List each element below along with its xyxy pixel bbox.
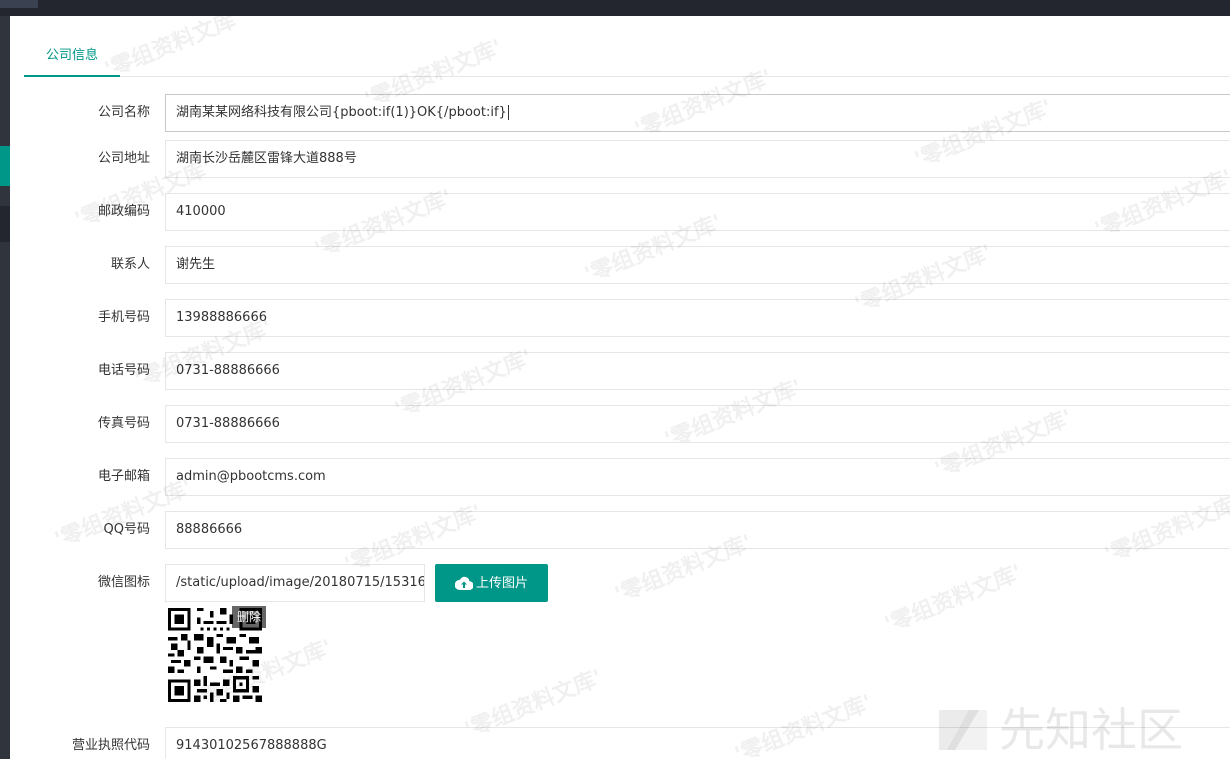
postal-code-input[interactable]: 410000: [165, 193, 1230, 231]
row-wechat-icon: 微信图标 /static/upload/image/20180715/15316…: [10, 564, 1230, 602]
company-address-label: 公司地址: [97, 151, 150, 166]
tab-bar: 公司信息: [24, 36, 1230, 77]
mobile-label: 手机号码: [97, 310, 150, 325]
delete-image-button[interactable]: 删除: [232, 606, 266, 628]
row-company-name: 公司名称 湖南某某网络科技有限公司{pboot:if(1)}OK{/pboot:…: [10, 94, 1230, 132]
contact-input[interactable]: 谢先生: [165, 246, 1230, 284]
main-panel: 公司信息 公司名称 湖南某某网络科技有限公司{pboot:if(1)}OK{/p…: [10, 16, 1230, 759]
row-phone: 电话号码 0731-88886666: [10, 352, 1230, 390]
company-name-label: 公司名称: [97, 105, 150, 120]
wechat-icon-path-input[interactable]: /static/upload/image/20180715/1531651: [165, 564, 425, 602]
qq-label: QQ号码: [103, 522, 150, 537]
wechat-icon-label: 微信图标: [97, 575, 150, 590]
tab-company-info[interactable]: 公司信息: [24, 36, 120, 77]
text-caret: [507, 105, 509, 120]
top-bar: [0, 0, 1230, 16]
fax-label: 传真号码: [97, 416, 150, 431]
qq-input[interactable]: 88886666: [165, 511, 1230, 549]
company-address-input[interactable]: 湖南长沙岳麓区雷锋大道888号: [165, 140, 1230, 178]
fax-input[interactable]: 0731-88886666: [165, 405, 1230, 443]
row-mobile: 手机号码 13988886666: [10, 299, 1230, 337]
sidebar-item[interactable]: [0, 206, 10, 242]
company-name-value: 湖南某某网络科技有限公司{pboot:if(1)}OK{/pboot:if}: [176, 105, 507, 120]
row-qq: QQ号码 88886666: [10, 511, 1230, 549]
postal-code-label: 邮政编码: [97, 204, 150, 219]
company-name-input[interactable]: 湖南某某网络科技有限公司{pboot:if(1)}OK{/pboot:if}: [165, 94, 1230, 132]
license-code-input[interactable]: 91430102567888888G: [165, 727, 1230, 759]
row-company-address: 公司地址 湖南长沙岳麓区雷锋大道888号: [10, 140, 1230, 178]
upload-image-button[interactable]: 上传图片: [435, 564, 548, 602]
cloud-upload-icon: [454, 576, 474, 591]
phone-input[interactable]: 0731-88886666: [165, 352, 1230, 390]
logo[interactable]: [0, 0, 38, 8]
phone-label: 电话号码: [97, 363, 150, 378]
row-email: 电子邮箱 admin@pbootcms.com: [10, 458, 1230, 496]
upload-button-label: 上传图片: [475, 576, 528, 591]
license-code-label: 营业执照代码: [71, 738, 150, 753]
sidebar: [0, 16, 10, 759]
row-license-code: 营业执照代码 91430102567888888G: [10, 727, 1230, 759]
row-fax: 传真号码 0731-88886666: [10, 405, 1230, 443]
email-label: 电子邮箱: [97, 469, 150, 484]
mobile-input[interactable]: 13988886666: [165, 299, 1230, 337]
row-postal-code: 邮政编码 410000: [10, 193, 1230, 231]
row-contact: 联系人 谢先生: [10, 246, 1230, 284]
sidebar-active-item[interactable]: [0, 146, 10, 186]
contact-label: 联系人: [110, 257, 150, 272]
email-input[interactable]: admin@pbootcms.com: [165, 458, 1230, 496]
